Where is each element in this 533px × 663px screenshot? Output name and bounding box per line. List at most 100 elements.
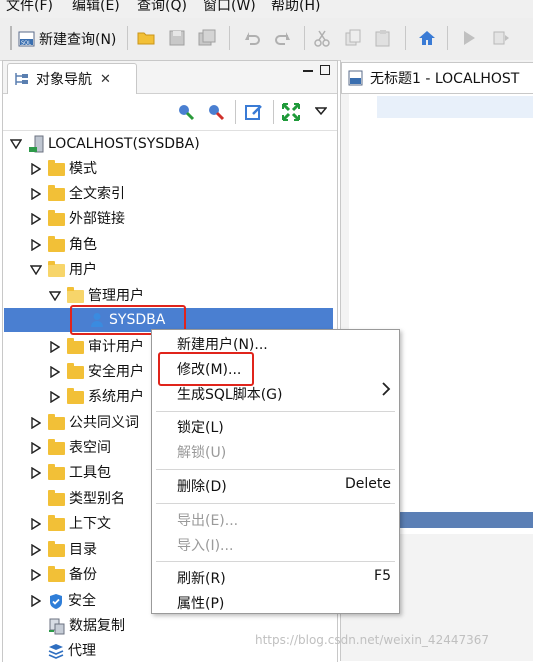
tree-node-type-alias[interactable]: 类型别名: [30, 487, 125, 511]
menu-item-unlock[interactable]: 解锁(U): [177, 442, 226, 462]
menu-item-export[interactable]: 导出(E)...: [177, 510, 238, 530]
collapse-icon[interactable]: [10, 138, 22, 150]
folder-icon: [67, 387, 84, 404]
tree-label: 全文索引: [69, 186, 125, 202]
open-folder-icon[interactable]: [135, 27, 157, 49]
edit-icon[interactable]: [243, 101, 265, 123]
sql-file-icon: [348, 70, 364, 86]
tree-node-security[interactable]: 安全: [30, 589, 96, 613]
save-all-icon[interactable]: [196, 27, 218, 49]
expand-arrow-icon[interactable]: [30, 163, 42, 175]
menu-query[interactable]: 查询(Q): [137, 0, 187, 15]
tab-untitled-editor[interactable]: 无标题1 - LOCALHOST: [341, 62, 533, 94]
expand-arrow-icon[interactable]: [49, 341, 61, 353]
menu-item-new-user[interactable]: 新建用户(N)...: [177, 334, 268, 354]
collapse-icon[interactable]: [30, 264, 42, 276]
tree-node-system-users[interactable]: 系统用户: [49, 385, 144, 409]
expand-arrow-icon[interactable]: [30, 518, 42, 530]
expand-arrow-icon[interactable]: [49, 391, 61, 403]
menu-item-import[interactable]: 导入(I)...: [177, 535, 233, 555]
folder-icon: [48, 565, 65, 582]
modify-highlight-box: [158, 352, 254, 386]
toolbar-separator: [273, 100, 274, 124]
redo-icon[interactable]: [272, 27, 294, 49]
connect-icon[interactable]: [175, 101, 197, 123]
menu-item-lock[interactable]: 锁定(L): [177, 417, 224, 437]
tree-label: 角色: [69, 237, 97, 253]
undo-icon[interactable]: [241, 27, 263, 49]
expand-arrow-icon[interactable]: [30, 442, 42, 454]
expand-arrow-icon[interactable]: [49, 366, 61, 378]
run-icon[interactable]: [458, 27, 480, 49]
toolbar: SQL 新建查询(N): [0, 18, 533, 61]
new-query-button[interactable]: SQL 新建查询(N): [18, 26, 116, 52]
menu-help[interactable]: 帮助(H): [271, 0, 320, 15]
new-query-label: 新建查询(N): [39, 32, 117, 48]
copy-icon[interactable]: [342, 27, 364, 49]
toolbar-separator: [447, 26, 448, 50]
tree-node-localhost[interactable]: LOCALHOST(SYSDBA): [10, 132, 200, 156]
submenu-arrow-icon: [382, 382, 391, 400]
tree-node-public-synonym[interactable]: 公共同义词: [30, 411, 139, 435]
menu-item-generate-sql[interactable]: 生成SQL脚本(G): [177, 384, 282, 404]
close-icon[interactable]: ✕: [100, 72, 111, 87]
tree-node-user[interactable]: 用户: [30, 258, 97, 282]
tree-node-fulltext[interactable]: 全文索引: [30, 182, 125, 206]
tree-node-toolkit[interactable]: 工具包: [30, 461, 111, 485]
cut-icon[interactable]: [311, 27, 333, 49]
folder-icon: [48, 209, 65, 226]
tree-node-backup[interactable]: 备份: [30, 563, 97, 587]
save-icon[interactable]: [166, 27, 188, 49]
menu-separator: [156, 561, 395, 562]
expand-arrow-icon[interactable]: [30, 544, 42, 556]
tree-label: 代理: [68, 643, 96, 659]
tree-node-replication[interactable]: 数据复制: [30, 614, 125, 638]
expand-arrow-icon[interactable]: [30, 239, 42, 251]
menu-item-delete[interactable]: 删除(D): [177, 476, 227, 496]
tree-label: 安全: [68, 593, 96, 609]
tree-node-security-users[interactable]: 安全用户: [49, 360, 144, 384]
tree-node-schema[interactable]: 模式: [30, 157, 97, 181]
svg-text:SQL: SQL: [21, 41, 31, 47]
tree-node-tablespace[interactable]: 表空间: [30, 436, 111, 460]
expand-icon[interactable]: [280, 101, 302, 123]
disconnect-icon[interactable]: [205, 101, 227, 123]
menu-item-properties[interactable]: 属性(P): [177, 593, 224, 613]
tree-label: 类型别名: [69, 491, 125, 507]
paste-icon[interactable]: [372, 27, 394, 49]
toolbar-grip: [10, 26, 12, 50]
minimize-icon[interactable]: [303, 70, 313, 72]
stop-icon[interactable]: [490, 27, 512, 49]
menu-file[interactable]: 文件(F): [6, 0, 53, 15]
view-menu-icon[interactable]: [314, 104, 328, 120]
toolbar-separator: [235, 100, 236, 124]
folder-icon: [48, 540, 65, 557]
home-icon[interactable]: [416, 27, 438, 49]
collapse-icon[interactable]: [49, 290, 61, 302]
menu-window[interactable]: 窗口(W): [203, 0, 256, 15]
expand-arrow-icon[interactable]: [30, 417, 42, 429]
folder-icon: [67, 337, 84, 354]
shortcut-delete: Delete: [345, 476, 391, 492]
menu-item-refresh[interactable]: 刷新(R): [177, 568, 226, 588]
folder-icon: [48, 438, 65, 455]
tab-object-navigator[interactable]: 对象导航 ✕: [7, 63, 137, 94]
tree-node-context[interactable]: 上下文: [30, 512, 111, 536]
menu-edit[interactable]: 编辑(E): [72, 0, 120, 15]
watermark: https://blog.csdn.net/weixin_42447367: [255, 633, 490, 647]
tree-node-audit-users[interactable]: 审计用户: [49, 335, 144, 359]
tree-node-agent[interactable]: 代理: [30, 639, 96, 663]
expand-arrow-icon[interactable]: [30, 188, 42, 200]
navigator-toolbar: [3, 94, 337, 131]
tree-node-dblink[interactable]: 外部链接: [30, 207, 125, 231]
tree-node-directory[interactable]: 目录: [30, 538, 97, 562]
expand-arrow-icon[interactable]: [30, 213, 42, 225]
expand-arrow-icon[interactable]: [30, 569, 42, 581]
tree-node-role[interactable]: 角色: [30, 233, 97, 257]
expand-arrow-icon[interactable]: [30, 467, 42, 479]
tab-label: 对象导航: [36, 72, 92, 88]
maximize-icon[interactable]: [320, 65, 330, 75]
expand-arrow-icon[interactable]: [30, 595, 42, 607]
menu-separator: [156, 503, 395, 504]
